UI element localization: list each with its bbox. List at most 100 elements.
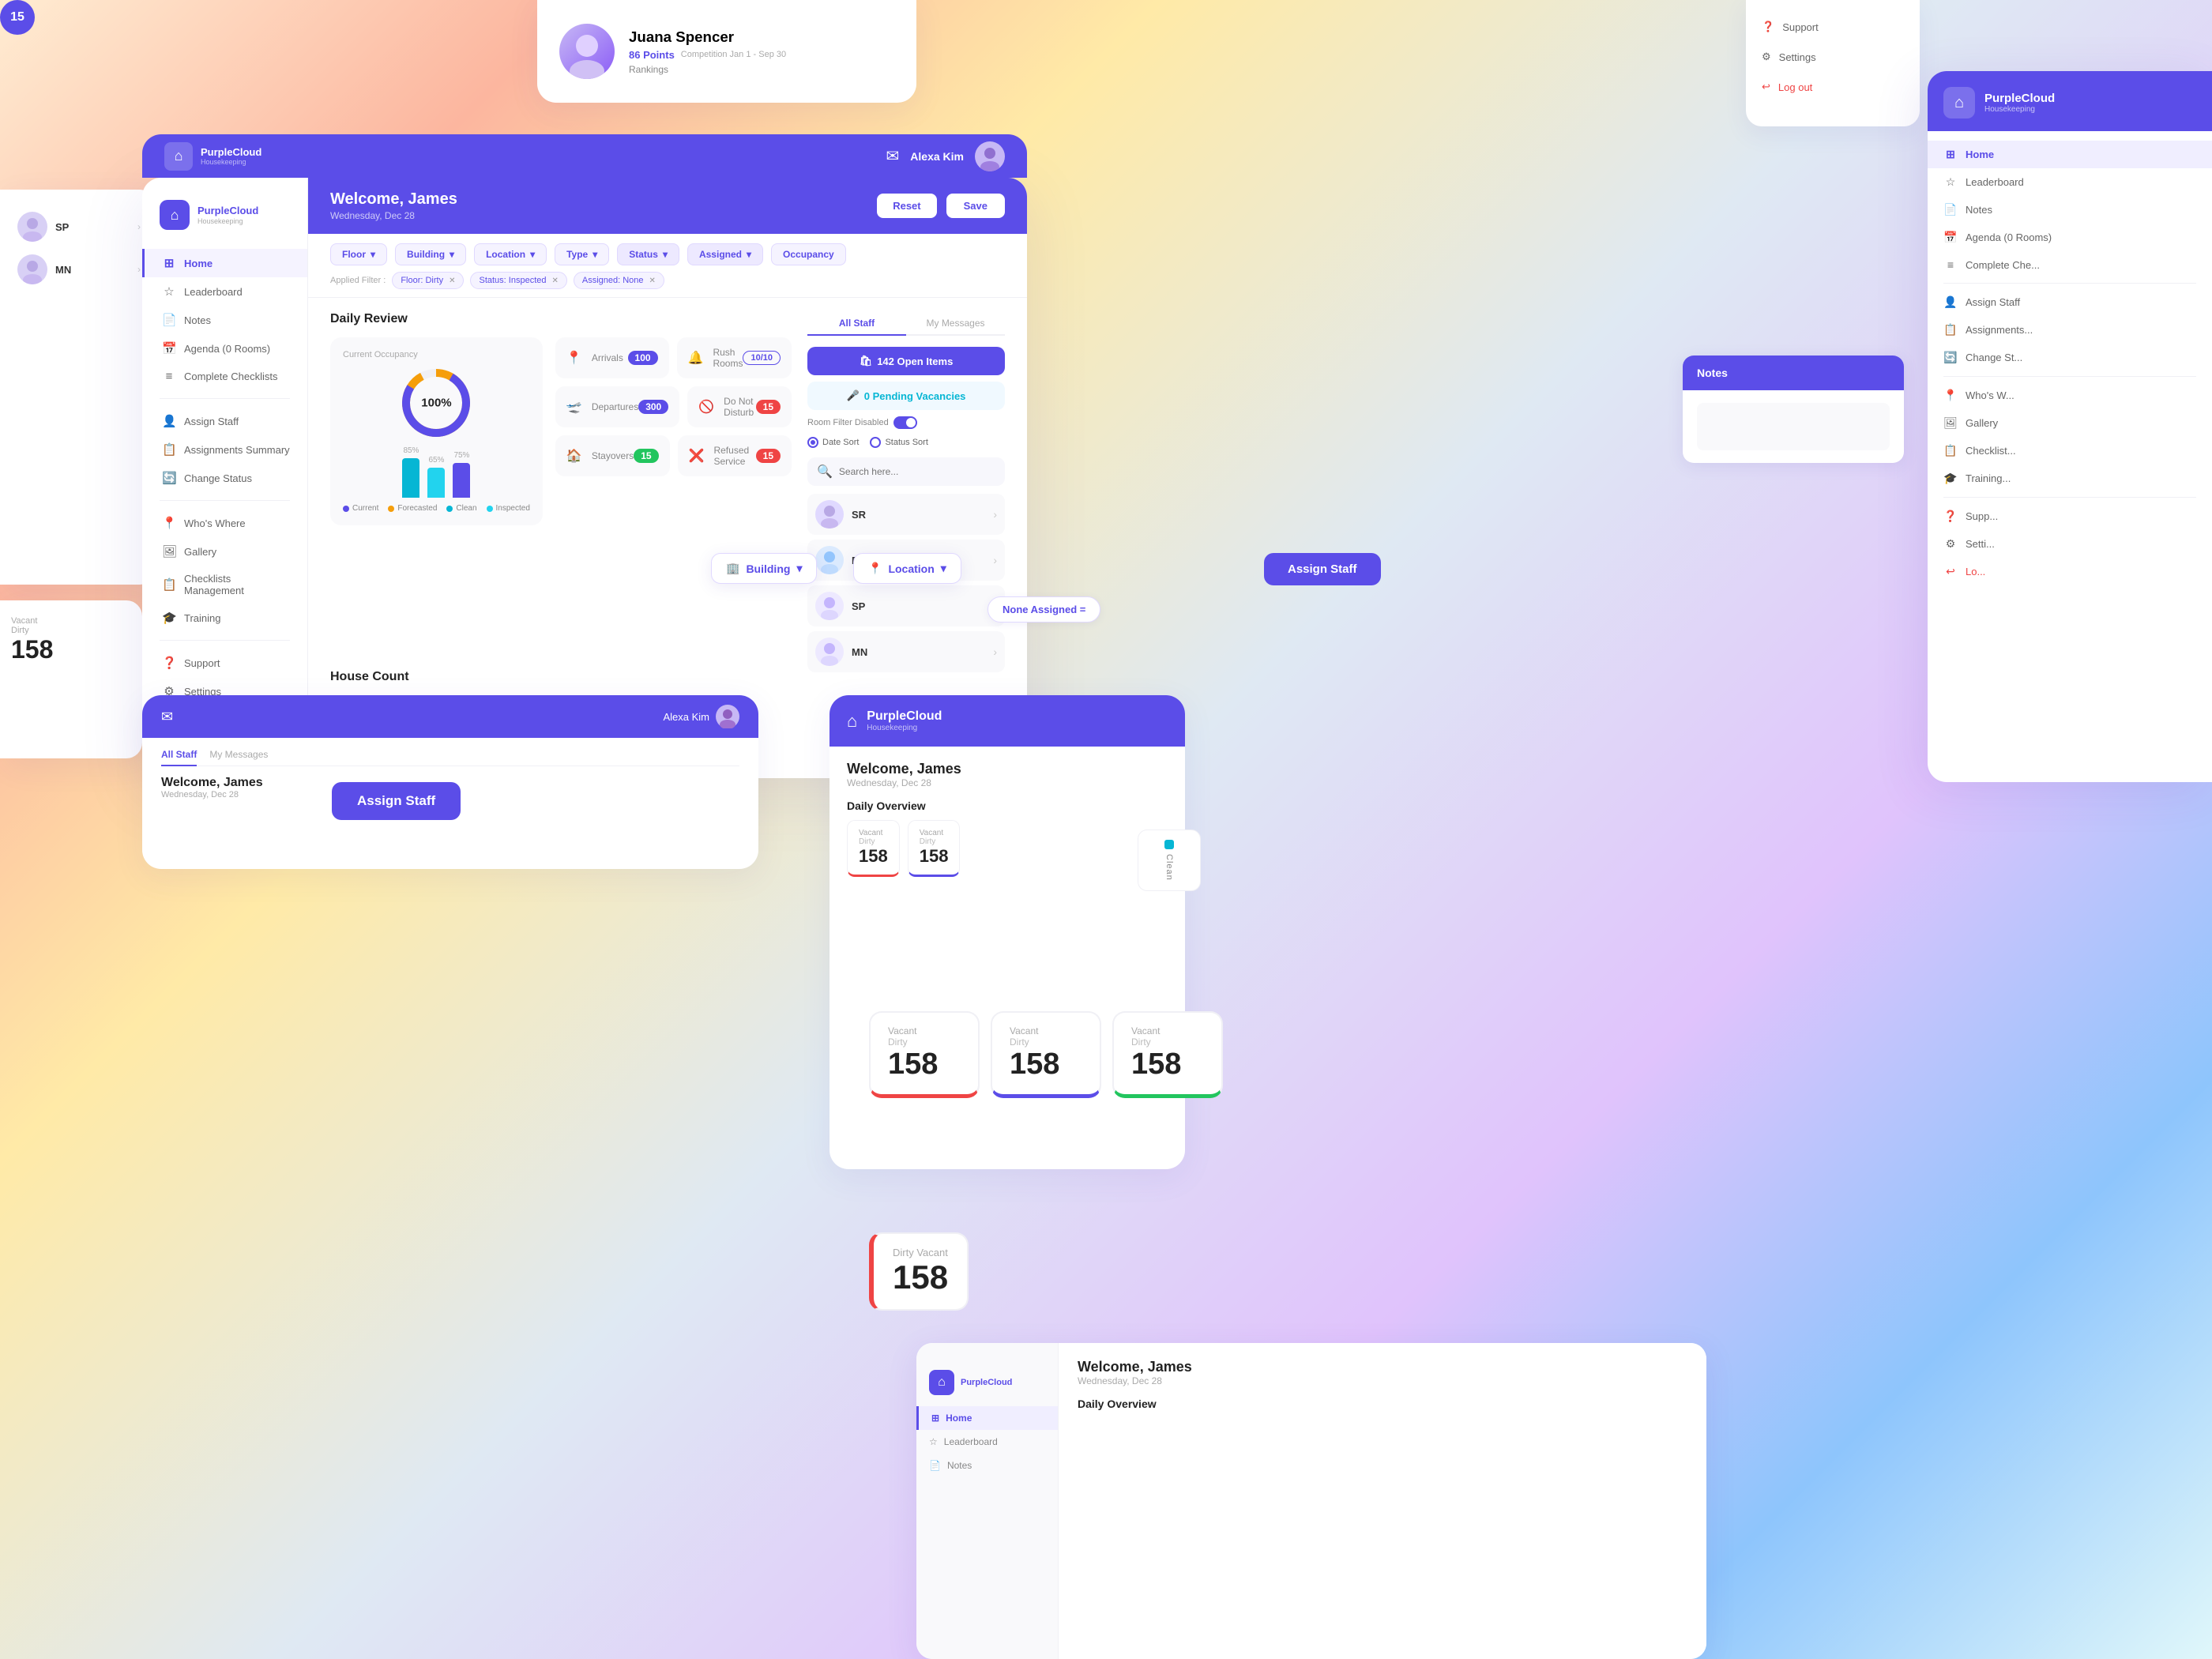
ra-assignments-icon: 📋 — [1943, 323, 1958, 337]
chip-x-3[interactable]: ✕ — [649, 276, 656, 285]
bottom-left-stat: Vacant Dirty 158 — [0, 600, 142, 758]
assigned-filter-btn[interactable]: Assigned ▾ — [687, 243, 763, 265]
type-filter-btn[interactable]: Type ▾ — [555, 243, 609, 265]
tab-my-messages[interactable]: My Messages — [906, 312, 1005, 336]
ra-notes[interactable]: 📄 Notes — [1928, 196, 2212, 224]
bc-mail-icon[interactable]: ✉ — [161, 709, 173, 725]
rush-badge: 10/10 — [743, 351, 781, 365]
ra-checklist-mgmt[interactable]: 📋 Checklist... — [1928, 437, 2212, 465]
ra-changestatus[interactable]: 🔄 Change St... — [1928, 344, 2212, 371]
right-app-header: ⌂ PurpleCloud Housekeeping — [1928, 71, 2212, 131]
chip-x-1[interactable]: ✕ — [449, 276, 455, 285]
location-filter-btn[interactable]: Location ▾ — [474, 243, 547, 265]
floor-filter-btn[interactable]: Floor ▾ — [330, 243, 387, 265]
ra-training[interactable]: 🎓 Training... — [1928, 465, 2212, 492]
stayovers-label: Stayovers — [592, 450, 634, 461]
ra-assignments[interactable]: 📋 Assignments... — [1928, 316, 2212, 344]
rush-icon: 🔔 — [688, 350, 704, 366]
applied-label: Applied Filter : — [330, 276, 386, 285]
ra-leaderboard[interactable]: ☆ Leaderboard — [1928, 168, 2212, 196]
mc2-leaderboard[interactable]: ☆Leaderboard — [916, 1430, 1058, 1454]
brc-header: ⌂ PurpleCloud Housekeeping — [830, 695, 1185, 747]
tab-all-staff[interactable]: All Staff — [807, 312, 906, 336]
mail-icon[interactable]: ✉ — [886, 146, 900, 166]
main-content: Welcome, James Wednesday, Dec 28 Reset S… — [308, 178, 1027, 778]
status-chevron: ▾ — [663, 249, 668, 260]
search-box: 🔍 — [807, 457, 1005, 486]
ra-assign[interactable]: 👤 Assign Staff — [1928, 288, 2212, 316]
ra-logout[interactable]: ↩ Lo... — [1928, 558, 2212, 585]
sidebar-item-changestatus[interactable]: 🔄 Change Status — [142, 464, 307, 492]
ra-support[interactable]: ❓ Supp... — [1928, 502, 2212, 530]
ra-whoswhere[interactable]: 📍 Who's W... — [1928, 382, 2212, 409]
sidebar-item-checklists-mgmt[interactable]: 📋 Checklists Management — [142, 566, 307, 604]
chip-x-2[interactable]: ✕ — [551, 276, 558, 285]
open-items-btn[interactable]: 🛍 142 Open Items — [807, 347, 1005, 375]
save-button[interactable]: Save — [946, 194, 1005, 218]
assignments-label: Assignments Summary — [184, 444, 290, 456]
sidebar-item-assign[interactable]: 👤 Assign Staff — [142, 407, 307, 435]
ra-assign-icon: 👤 — [1943, 295, 1958, 309]
pm-support[interactable]: ❓ Support — [1746, 13, 1920, 41]
right-nav-divider-3 — [1943, 497, 2196, 498]
bc-tab-messages[interactable]: My Messages — [209, 749, 268, 766]
room-filter-toggle[interactable] — [893, 416, 917, 429]
building-filter-btn[interactable]: Building ▾ — [395, 243, 466, 265]
occupancy-filter-btn[interactable]: Occupancy — [771, 243, 846, 265]
sidebar-item-notes[interactable]: 📄 Notes — [142, 306, 307, 334]
ra-cs-icon: 🔄 — [1943, 351, 1958, 364]
settings-icon: ⚙ — [1762, 51, 1771, 63]
none-assigned-chip[interactable]: None Assigned = — [988, 596, 1100, 623]
stat-refused: ❌ Refused Service 15 — [678, 435, 792, 476]
support-icon: ❓ — [1762, 21, 1774, 33]
ra-checklists[interactable]: ≡ Complete Che... — [1928, 251, 2212, 278]
assign-label: Assign Staff — [184, 416, 239, 427]
mc2-notes[interactable]: 📄Notes — [916, 1454, 1058, 1477]
sidebar-item-training[interactable]: 🎓 Training — [142, 604, 307, 632]
mc2-home[interactable]: ⊞Home — [916, 1406, 1058, 1430]
pending-vacancies-btn[interactable]: 🎤 0 Pending Vacancies — [807, 382, 1005, 410]
status-filter-btn[interactable]: Status ▾ — [617, 243, 679, 265]
date-sort-radio[interactable]: Date Sort — [807, 437, 859, 448]
chip-assigned-none[interactable]: Assigned: None ✕ — [574, 272, 664, 289]
left-staff-mn[interactable]: MN › — [8, 248, 150, 291]
training-icon: 🎓 — [162, 611, 176, 625]
ra-agenda[interactable]: 📅 Agenda (0 Rooms) — [1928, 224, 2212, 251]
sidebar-item-leaderboard[interactable]: ☆ Leaderboard — [142, 277, 307, 306]
gallery-label: Gallery — [184, 546, 216, 558]
user-points: 86 Points — [629, 49, 675, 61]
ra-gallery[interactable]: 🖼 Gallery — [1928, 409, 2212, 437]
sidebar-item-support[interactable]: ❓ Support — [142, 649, 307, 677]
location-filter-large[interactable]: 📍 Location ▾ — [853, 553, 961, 584]
sidebar-item-agenda[interactable]: 📅 Agenda (0 Rooms) — [142, 334, 307, 363]
staff-sr[interactable]: SR › — [807, 494, 1005, 535]
search-input[interactable] — [839, 466, 995, 477]
pm-settings[interactable]: ⚙ Settings — [1746, 43, 1920, 71]
sidebar-item-home[interactable]: ⊞ Home — [142, 249, 307, 277]
sidebar-item-checklists[interactable]: ≡ Complete Checklists — [142, 363, 307, 390]
staff-mn[interactable]: MN › — [807, 631, 1005, 672]
checklists-label: Complete Checklists — [184, 371, 278, 382]
pm-logout[interactable]: ↩ Log out — [1746, 73, 1920, 101]
sidebar-item-gallery[interactable]: 🖼 Gallery — [142, 537, 307, 566]
assign-staff-right[interactable]: Assign Staff — [1264, 553, 1381, 585]
ra-home[interactable]: ⊞ Home — [1928, 141, 2212, 168]
staff-sp[interactable]: SP › — [807, 585, 1005, 626]
ra-gallery-label: Gallery — [1966, 417, 1998, 429]
bc-tab-all-staff[interactable]: All Staff — [161, 749, 197, 766]
legend-clean-label: Clean — [456, 504, 476, 513]
ra-settings[interactable]: ⚙ Setti... — [1928, 530, 2212, 558]
sidebar-item-whoswhere[interactable]: 📍 Who's Where — [142, 509, 307, 537]
staff-sr-name: SR — [852, 509, 985, 521]
sidebar-item-assignments[interactable]: 📋 Assignments Summary — [142, 435, 307, 464]
building-filter-large[interactable]: 🏢 Building ▾ — [711, 553, 817, 584]
brc-title: PurpleCloud — [867, 709, 942, 724]
status-sort-radio[interactable]: Status Sort — [870, 437, 927, 448]
support-label: Support — [184, 657, 220, 669]
chip-floor-dirty[interactable]: Floor: Dirty ✕ — [392, 272, 464, 289]
left-staff-sp[interactable]: SP › — [8, 205, 150, 248]
chip-status-inspected[interactable]: Status: Inspected ✕ — [470, 272, 566, 289]
bar-3-label: 75% — [453, 451, 469, 460]
assign-staff-floating[interactable]: Assign Staff — [332, 782, 461, 820]
reset-button[interactable]: Reset — [877, 194, 936, 218]
